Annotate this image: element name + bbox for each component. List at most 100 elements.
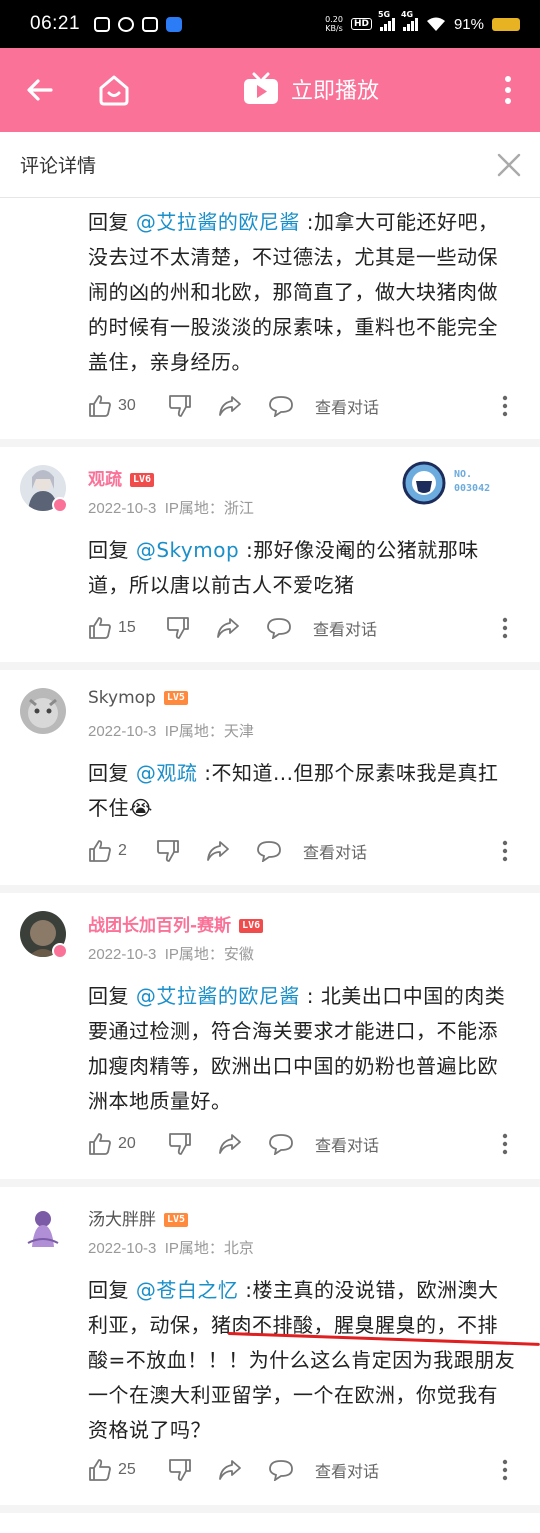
- comment-item: 回复 @艾拉酱的欧尼酱 :加拿大可能还好吧，没去过不太清楚，不过德法，尤其是一些…: [0, 199, 540, 447]
- comment-meta: 2022-10-3 IP属地：安徽: [88, 943, 254, 964]
- comment-body: 回复 @苍白之忆 :楼主真的没说错，欧洲澳大利亚，动保，猪肉不排酸，腥臭腥臭的，…: [88, 1273, 518, 1448]
- share-button[interactable]: [218, 1133, 268, 1155]
- signal-4g-icon: 4G: [401, 10, 418, 31]
- avatar[interactable]: [20, 688, 66, 734]
- view-conversation-link[interactable]: 查看对话: [315, 1458, 379, 1482]
- like-button[interactable]: 30: [88, 394, 168, 418]
- share-button[interactable]: [216, 617, 266, 639]
- share-button[interactable]: [206, 840, 256, 862]
- reply-prefix: 回复: [88, 761, 136, 785]
- comment-body: 回复 @艾拉酱的欧尼酱 : 北美出口中国的肉类要通过检测，符合海关要求才能进口，…: [88, 979, 518, 1119]
- thumbs-up-icon: [89, 840, 111, 862]
- like-button[interactable]: 20: [88, 1132, 168, 1156]
- like-button[interactable]: 2: [88, 839, 156, 863]
- comment-meta: 2022-10-3 IP属地：北京: [88, 1237, 254, 1258]
- user-avatar-image: [20, 1205, 66, 1251]
- like-button[interactable]: 15: [88, 616, 166, 640]
- comment-body: 回复 @观疏 :不知道...但那个尿素味我是真扛不住😭: [88, 756, 518, 826]
- dislike-button[interactable]: [156, 839, 206, 863]
- comment-meta: 2022-10-3 IP属地：天津: [88, 720, 254, 741]
- reply-button[interactable]: [268, 1459, 320, 1481]
- view-conversation-link[interactable]: 查看对话: [303, 839, 367, 863]
- comment-date: 2022-10-3: [88, 946, 157, 963]
- thumbs-down-icon: [169, 395, 191, 417]
- fan-badge-no: NO.: [454, 469, 473, 480]
- share-icon: [217, 618, 239, 638]
- ip-location: IP属地：北京: [164, 1240, 254, 1257]
- network-speed: 0.20 KB/s: [325, 15, 343, 33]
- mention-link[interactable]: @观疏: [136, 761, 198, 785]
- username-text: Skymop: [88, 688, 156, 708]
- ip-location: IP属地：天津: [164, 723, 254, 740]
- thumbs-up-icon: [89, 395, 111, 417]
- username[interactable]: 汤大胖胖 LV5: [88, 1205, 189, 1230]
- comment-item: 汤大胖胖 LV5 2022-10-3 IP属地：北京 回复 @苍白之忆 :楼主真的…: [0, 1187, 540, 1513]
- mention-link[interactable]: @苍白之忆: [136, 1278, 239, 1302]
- comment-actions: 30 查看对话: [88, 391, 508, 421]
- view-conversation-link[interactable]: 查看对话: [315, 1132, 379, 1156]
- arrow-left-icon: [27, 79, 53, 101]
- share-button[interactable]: [218, 1459, 268, 1481]
- fan-badge: NO. 003042: [402, 461, 502, 505]
- comment-more-button[interactable]: [502, 1133, 508, 1155]
- thumbs-up-icon: [89, 617, 111, 639]
- mention-link[interactable]: @艾拉酱的欧尼酱: [136, 210, 300, 234]
- username[interactable]: Skymop LV5: [88, 688, 188, 708]
- level-badge: LV6: [239, 919, 264, 933]
- dislike-button[interactable]: [168, 1132, 218, 1156]
- battery-percent: 91%: [453, 15, 484, 33]
- share-icon: [219, 1134, 241, 1154]
- close-icon[interactable]: [496, 152, 522, 178]
- transit-notification-icon: [142, 16, 159, 32]
- comment-detail-header: 评论详情: [0, 132, 540, 198]
- comment-more-button[interactable]: [502, 395, 508, 417]
- comment-actions: 25 查看对话: [88, 1455, 508, 1485]
- like-count: 25: [118, 1461, 136, 1478]
- reply-button[interactable]: [268, 395, 320, 417]
- network-speed-value: 0.20: [325, 15, 343, 24]
- mention-link[interactable]: @Skymop: [136, 538, 239, 562]
- dislike-button[interactable]: [168, 394, 218, 418]
- play-now-label: 立即播放: [291, 79, 380, 104]
- fan-badge-number: 003042: [454, 483, 491, 494]
- status-bar: 06:21 0.20 KB/s HD 5G 4G 91%: [0, 0, 540, 48]
- comment-more-button[interactable]: [502, 840, 508, 862]
- view-conversation-link[interactable]: 查看对话: [315, 394, 379, 418]
- mention-link[interactable]: @艾拉酱的欧尼酱: [136, 984, 300, 1008]
- username-text: 汤大胖胖: [88, 1210, 156, 1230]
- more-menu-button[interactable]: [490, 72, 526, 108]
- reply-button[interactable]: [256, 840, 308, 862]
- avatar[interactable]: [20, 1205, 66, 1251]
- comment-more-button[interactable]: [502, 1459, 508, 1481]
- play-now-button[interactable]: 立即播放: [243, 72, 379, 106]
- creator-badge-icon: [52, 943, 68, 959]
- comment-meta: 2022-10-3 IP属地：浙江: [88, 497, 254, 518]
- reply-button[interactable]: [268, 1133, 320, 1155]
- ip-location: IP属地：安徽: [164, 946, 254, 963]
- thumbs-up-icon: [89, 1459, 111, 1481]
- wifi-icon: [426, 17, 445, 31]
- more-vertical-icon: [502, 617, 508, 639]
- like-count: 30: [118, 397, 136, 414]
- tv-play-icon: [244, 72, 278, 104]
- dislike-button[interactable]: [168, 1458, 218, 1482]
- like-count: 15: [118, 619, 136, 636]
- reply-button[interactable]: [266, 617, 318, 639]
- comment-body: 回复 @艾拉酱的欧尼酱 :加拿大可能还好吧，没去过不太清楚，不过德法，尤其是一些…: [88, 205, 518, 380]
- comment-date: 2022-10-3: [88, 723, 157, 740]
- reply-prefix: 回复: [88, 210, 136, 234]
- team-crest-icon: [402, 461, 446, 505]
- share-button[interactable]: [218, 395, 268, 417]
- creator-badge-icon: [52, 497, 68, 513]
- view-conversation-link[interactable]: 查看对话: [313, 616, 377, 640]
- username[interactable]: 战团长加百列-赛斯 LV6: [88, 911, 264, 936]
- username[interactable]: 观疏 LV6: [88, 465, 155, 490]
- app-header: 立即播放: [0, 48, 540, 132]
- back-button[interactable]: [22, 72, 58, 108]
- home-button[interactable]: [96, 72, 132, 108]
- share-icon: [207, 841, 229, 861]
- comment-more-button[interactable]: [502, 617, 508, 639]
- more-vertical-icon: [502, 1459, 508, 1481]
- dislike-button[interactable]: [166, 616, 216, 640]
- like-button[interactable]: 25: [88, 1458, 168, 1482]
